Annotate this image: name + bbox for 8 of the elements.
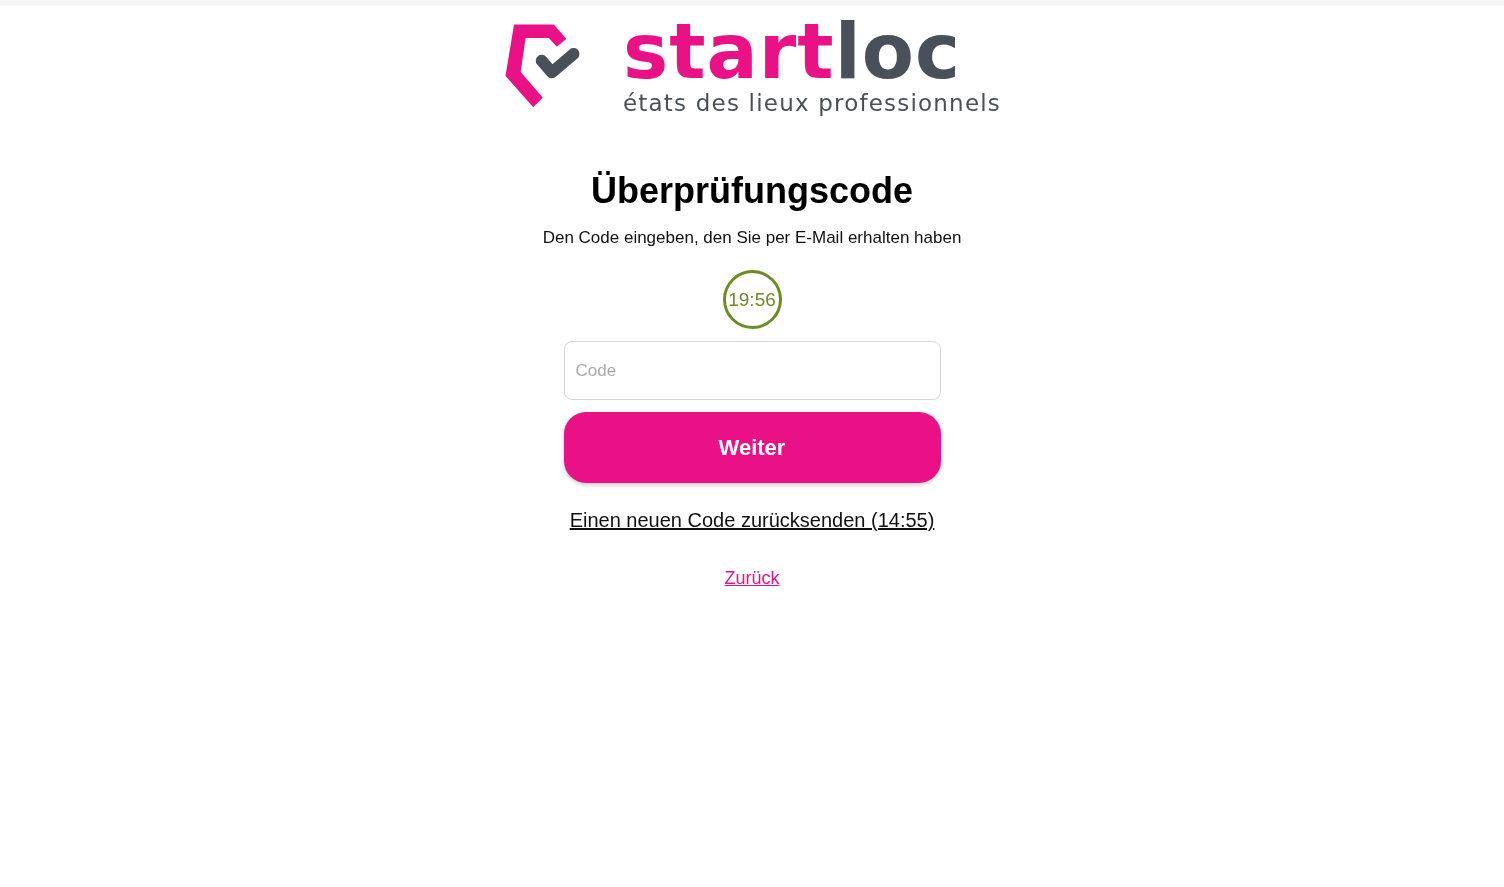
instruction-text: Den Code eingeben, den Sie per E-Mail erhalten haben (542, 228, 962, 248)
continue-button[interactable]: Weiter (563, 412, 941, 483)
resend-code-link[interactable]: Einen neuen Code zurücksenden (14:55) (569, 509, 935, 532)
logo-tagline: états des lieux professionnels (623, 90, 1001, 116)
countdown-timer: 19:56 (722, 270, 782, 329)
code-field[interactable]: Code (563, 341, 941, 400)
back-link[interactable]: Zurück (724, 568, 780, 589)
page-title: Überprüfungscode (591, 170, 913, 212)
